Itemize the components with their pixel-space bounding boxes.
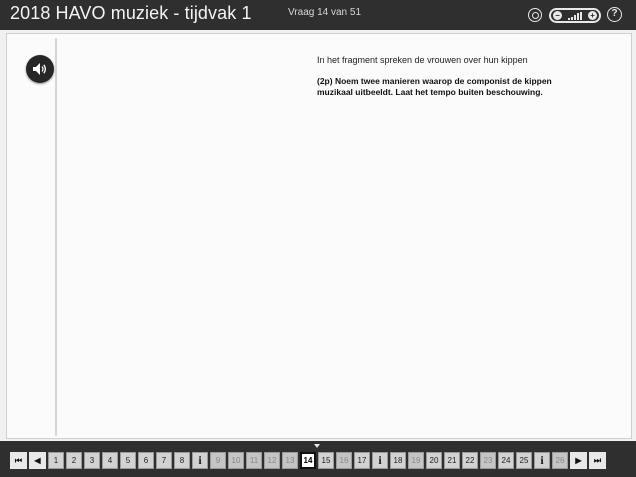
question-text: (2p) Noem twee manieren waarop de compon… — [317, 76, 552, 97]
question-button-25[interactable]: 25 — [516, 452, 532, 469]
question-counter: Vraag 14 van 51 — [288, 7, 362, 18]
question-button-24[interactable]: 24 — [498, 452, 514, 469]
info-page-button[interactable]: i — [372, 452, 388, 469]
volume-up-icon[interactable]: + — [588, 11, 597, 20]
question-button-15[interactable]: 15 — [318, 452, 334, 469]
question-button-14[interactable]: 14 — [300, 452, 316, 469]
question-button-10[interactable]: 10 — [228, 452, 244, 469]
info-page-button[interactable]: i — [192, 452, 208, 469]
next-question-button[interactable]: ▶ — [570, 452, 587, 469]
question-button-5[interactable]: 5 — [120, 452, 136, 469]
previous-question-button[interactable]: ◀ — [29, 452, 46, 469]
question-button-19[interactable]: 19 — [408, 452, 424, 469]
exam-title: 2018 HAVO muziek - tijdvak 1 — [10, 3, 252, 23]
settings-icon[interactable] — [528, 8, 542, 22]
info-page-button[interactable]: i — [534, 452, 550, 469]
question-button-8[interactable]: 8 — [174, 452, 190, 469]
volume-level-icon — [568, 11, 582, 20]
top-bar: 2018 HAVO muziek - tijdvak 1 Vraag 14 va… — [0, 0, 636, 30]
question-button-4[interactable]: 4 — [102, 452, 118, 469]
question-button-18[interactable]: 18 — [390, 452, 406, 469]
volume-down-icon[interactable]: − — [553, 11, 562, 20]
question-button-7[interactable]: 7 — [156, 452, 172, 469]
question-button-3[interactable]: 3 — [84, 452, 100, 469]
volume-control[interactable]: − + — [549, 8, 601, 23]
current-question-marker — [314, 444, 320, 448]
question-button-22[interactable]: 22 — [462, 452, 478, 469]
question-button-20[interactable]: 20 — [426, 452, 442, 469]
audio-play-button[interactable] — [26, 55, 54, 83]
panel-divider — [55, 38, 57, 436]
question-button-23[interactable]: 23 — [480, 452, 496, 469]
help-icon[interactable]: ? — [607, 7, 622, 22]
fragment-description: In het fragment spreken de vrouwen over … — [317, 55, 528, 65]
first-question-button[interactable]: ⏮ — [10, 452, 27, 469]
question-button-9[interactable]: 9 — [210, 452, 226, 469]
question-button-13[interactable]: 13 — [282, 452, 298, 469]
question-button-16[interactable]: 16 — [336, 452, 352, 469]
speaker-icon — [33, 63, 47, 75]
question-button-2[interactable]: 2 — [66, 452, 82, 469]
question-navigation: ⏮ ◀ 1 2 3 4 5 6 7 8 i 9 10 11 12 13 14 15 16 17 i 18 19 20 21 22 2… — [10, 452, 606, 469]
last-question-button[interactable]: ⏭ — [589, 452, 606, 469]
question-button-21[interactable]: 21 — [444, 452, 460, 469]
question-button-26[interactable]: 26 — [552, 452, 568, 469]
question-button-1[interactable]: 1 — [48, 452, 64, 469]
question-button-11[interactable]: 11 — [246, 452, 262, 469]
question-button-17[interactable]: 17 — [354, 452, 370, 469]
question-button-6[interactable]: 6 — [138, 452, 154, 469]
question-button-12[interactable]: 12 — [264, 452, 280, 469]
